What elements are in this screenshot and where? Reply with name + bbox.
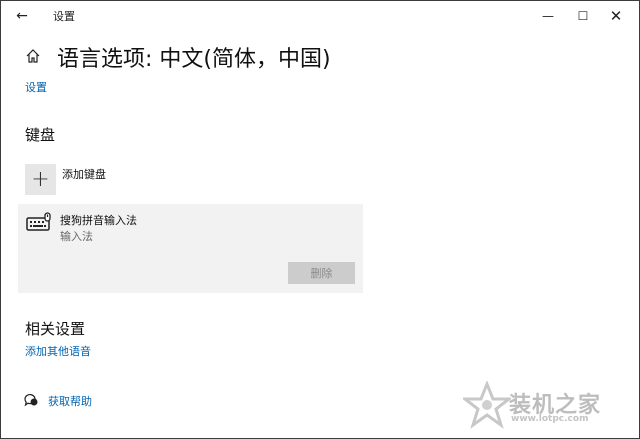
back-arrow-icon[interactable]: ←: [13, 7, 31, 25]
watermark: 装机之家 www.lotpc.com: [463, 381, 635, 433]
help-chat-icon[interactable]: [23, 392, 39, 408]
related-settings-heading: 相关设置: [25, 320, 86, 338]
star-logo-icon: [463, 381, 511, 429]
settings-link[interactable]: 设置: [25, 79, 47, 95]
maximize-button[interactable]: ☐: [568, 7, 598, 25]
delete-button[interactable]: 删除: [288, 262, 355, 284]
home-icon[interactable]: [25, 48, 41, 64]
add-keyboard-button[interactable]: +: [25, 164, 56, 195]
keyboard-list-item[interactable]: 搜狗拼音输入法 输入法 删除: [18, 204, 363, 293]
app-title: 设置: [53, 10, 75, 23]
plus-icon: +: [31, 167, 50, 192]
page-title: 语言选项: 中文(简体，中国): [57, 47, 331, 72]
close-button[interactable]: ✕: [601, 7, 631, 25]
get-help-link[interactable]: 获取帮助: [48, 393, 92, 409]
keyboard-heading: 键盘: [25, 126, 56, 144]
keyboard-icon: [26, 212, 51, 231]
keyboard-name: 搜狗拼音输入法: [60, 214, 137, 227]
keyboard-type: 输入法: [60, 230, 93, 243]
add-other-voice-link[interactable]: 添加其他语音: [25, 343, 91, 359]
add-keyboard-label[interactable]: 添加键盘: [62, 166, 106, 182]
watermark-url: www.lotpc.com: [511, 414, 589, 424]
settings-window: ← 设置 — ☐ ✕ 语言选项: 中文(简体，中国) 设置 键盘 + 添加键盘 …: [0, 0, 640, 439]
minimize-button[interactable]: —: [533, 7, 563, 25]
title-bar: ← 设置 — ☐ ✕: [1, 1, 639, 31]
